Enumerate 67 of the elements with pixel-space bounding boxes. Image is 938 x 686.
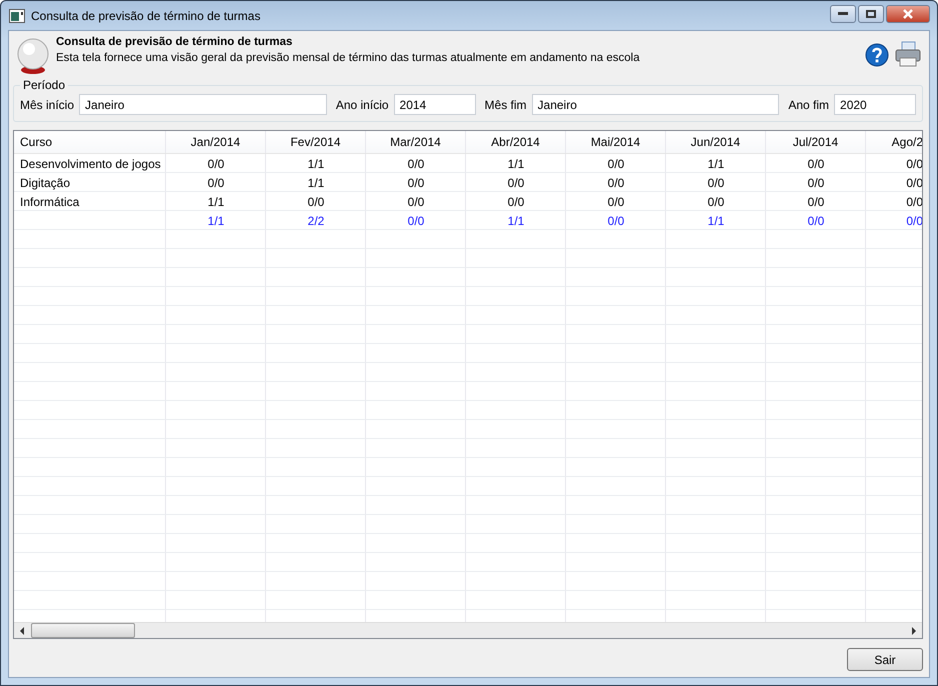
scrollbar-thumb[interactable] — [31, 623, 135, 638]
minimize-icon — [838, 12, 848, 16]
table-cell: 0/0 — [608, 156, 624, 170]
table-cell: Informática — [20, 194, 80, 208]
table-cell: 0/0 — [708, 194, 724, 208]
field-label: Ano início — [336, 98, 389, 112]
table-cell: Desenvolvimento de jogos — [20, 156, 161, 170]
table-cell: 0/0 — [608, 214, 624, 228]
column-header[interactable]: Curso — [14, 131, 166, 153]
text-field[interactable]: 2014 — [394, 94, 476, 115]
table-cell: 0/0 — [508, 176, 524, 190]
column-header[interactable]: Mar/2014 — [366, 131, 466, 153]
table-cell: 1/1 — [508, 156, 524, 170]
minimize-button[interactable] — [830, 4, 856, 22]
table-cell: 1/1 — [208, 214, 224, 228]
table-cell: 2/2 — [308, 214, 324, 228]
text-field[interactable]: Janeiro — [79, 94, 327, 115]
table-cell: 0/0 — [808, 156, 824, 170]
table-cell: 0/0 — [508, 194, 524, 208]
table-cell: 0/0 — [608, 176, 624, 190]
text-field[interactable]: Janeiro — [532, 94, 780, 115]
column-header[interactable]: Abr/2014 — [466, 131, 566, 153]
maximize-icon — [866, 10, 876, 18]
table-cell: 0/0 — [808, 214, 824, 228]
column-header[interactable]: Fev/2014 — [266, 131, 366, 153]
table-cell: 0/0 — [408, 194, 424, 208]
field-label: Mês início — [20, 98, 74, 112]
table-cell: 1/1 — [708, 156, 724, 170]
table-cell: 0/0 — [408, 176, 424, 190]
table-cell: 1/1 — [208, 194, 224, 208]
globe-icon — [16, 37, 50, 75]
table-cell: 1/1 — [508, 214, 524, 228]
page-description: Esta tela fornece uma visão geral da previsão mensal de término das turmas atualmente em andamento na escola — [56, 52, 640, 64]
maximize-button[interactable] — [858, 4, 884, 22]
close-icon — [902, 8, 914, 18]
table-cell: 1/1 — [708, 214, 724, 228]
window-title: Consulta de previsão de término de turmas — [31, 8, 260, 22]
table-cell: 0/0 — [408, 156, 424, 170]
table-cell: 0/0 — [208, 156, 224, 170]
close-button[interactable] — [886, 4, 930, 22]
table-cell: 0/0 — [808, 194, 824, 208]
column-header[interactable]: Mai/2014 — [566, 131, 666, 153]
text-field[interactable]: 2020 — [834, 94, 916, 115]
table-cell: 0/0 — [808, 176, 824, 190]
help-icon[interactable] — [865, 43, 889, 67]
table-cell: 1/1 — [308, 176, 324, 190]
table-cell: 0/0 — [608, 194, 624, 208]
table-cell: 0/0 — [408, 214, 424, 228]
exit-button[interactable]: Sair — [847, 648, 923, 671]
column-header[interactable]: Jun/2014 — [666, 131, 766, 153]
table-cell: Digitação — [20, 176, 70, 190]
window-app-icon — [9, 8, 25, 22]
column-header[interactable]: Jul/2014 — [766, 131, 866, 153]
scroll-left-icon[interactable] — [19, 626, 25, 634]
table-cell: 0/0 — [208, 176, 224, 190]
printer-icon[interactable] — [895, 41, 921, 67]
table-cell: 0/0 — [708, 176, 724, 190]
period-legend: Período — [20, 78, 68, 92]
field-label: Ano fim — [788, 98, 830, 112]
column-header[interactable]: Ago/2 — [866, 131, 922, 153]
table-cell: 0/0 — [308, 194, 324, 208]
page-title: Consulta de previsão de término de turmas — [56, 36, 294, 48]
scroll-right-icon[interactable] — [911, 626, 917, 634]
horizontal-scrollbar[interactable] — [14, 622, 922, 638]
field-label: Mês fim — [484, 98, 527, 112]
column-header[interactable]: Jan/2014 — [166, 131, 266, 153]
table-cell: 1/1 — [308, 156, 324, 170]
